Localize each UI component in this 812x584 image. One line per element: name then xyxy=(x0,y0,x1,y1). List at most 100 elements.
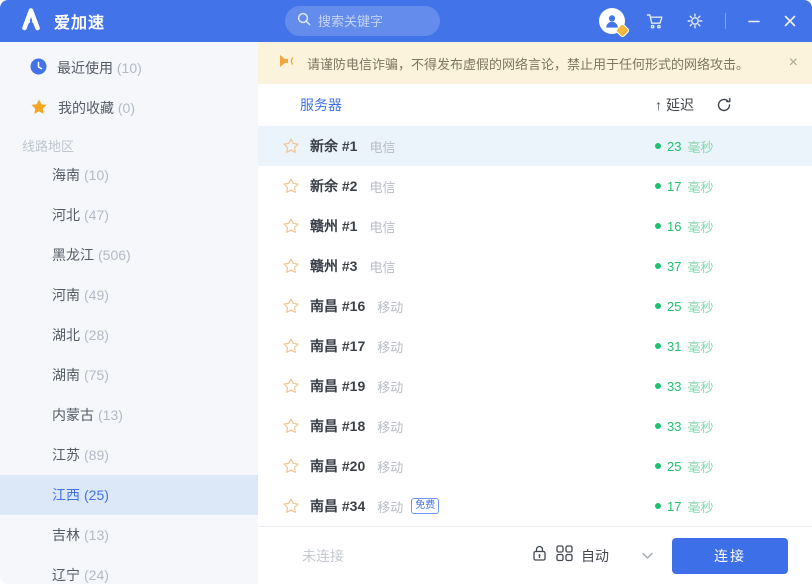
topbar: 爱加速 xyxy=(0,0,812,42)
favorite-star-icon[interactable] xyxy=(282,377,300,395)
server-latency: 31毫秒 xyxy=(655,337,713,356)
region-item[interactable]: 河北(47) xyxy=(0,195,258,235)
server-latency: 25毫秒 xyxy=(655,297,713,316)
favorite-star-icon[interactable] xyxy=(282,137,300,155)
latency-dot-icon xyxy=(655,183,661,189)
search-box[interactable] xyxy=(285,6,440,36)
latency-unit: 毫秒 xyxy=(687,137,713,156)
server-latency: 23 毫秒 xyxy=(655,137,713,156)
region-count: (25) xyxy=(84,487,109,503)
sort-ascending-icon: ↑ xyxy=(655,97,662,113)
column-server[interactable]: 服务器 xyxy=(300,95,342,115)
region-item[interactable]: 河南(49) xyxy=(0,275,258,315)
server-row[interactable]: 南昌 #34移动免费17毫秒 xyxy=(258,486,812,526)
region-count: (13) xyxy=(84,527,109,543)
latency-dot-icon xyxy=(655,303,661,309)
favorite-star-icon[interactable] xyxy=(282,337,300,355)
cart-icon[interactable] xyxy=(645,11,665,31)
region-name: 湖北 xyxy=(52,325,80,345)
latency-value: 17 xyxy=(667,499,681,514)
avatar[interactable] xyxy=(599,8,625,34)
server-latency: 16毫秒 xyxy=(655,217,713,236)
topbar-actions xyxy=(599,8,798,34)
server-row[interactable]: 南昌 #16移动25毫秒 xyxy=(258,286,812,326)
favorite-star-icon[interactable] xyxy=(282,297,300,315)
refresh-icon[interactable] xyxy=(716,97,732,113)
favorite-star-icon[interactable] xyxy=(282,497,300,515)
server-name: 新余 #2 xyxy=(310,176,357,196)
server-latency: 25毫秒 xyxy=(655,457,713,476)
latency-unit: 毫秒 xyxy=(687,217,713,236)
region-item[interactable]: 辽宁(24) xyxy=(0,555,258,584)
recent-label: 最近使用 xyxy=(57,60,113,76)
minimize-icon[interactable] xyxy=(746,13,762,29)
latency-dot-icon xyxy=(655,383,661,389)
region-count: (506) xyxy=(98,247,131,263)
favorite-star-icon[interactable] xyxy=(282,177,300,195)
server-name: 南昌 #19 xyxy=(310,376,365,396)
server-row[interactable]: 赣州 #1 电信 16毫秒 xyxy=(258,206,812,246)
server-name: 赣州 #1 xyxy=(310,216,357,236)
latency-unit: 毫秒 xyxy=(687,417,713,436)
region-item[interactable]: 湖北(28) xyxy=(0,315,258,355)
notice-banner: 请谨防电信诈骗，不得发布虚假的网络言论，禁止用于任何形式的网络攻击。 × xyxy=(258,42,812,84)
latency-value: 23 xyxy=(667,139,681,154)
main-panel: 请谨防电信诈骗，不得发布虚假的网络言论，禁止用于任何形式的网络攻击。 × 服务器… xyxy=(258,42,812,584)
column-latency-sort[interactable]: ↑ 延迟 xyxy=(655,95,694,115)
region-name: 河南 xyxy=(52,285,80,305)
mode-selector[interactable]: 自动 xyxy=(531,544,609,567)
topbar-divider xyxy=(725,13,726,29)
server-row[interactable]: 赣州 #3电信37毫秒 xyxy=(258,246,812,286)
server-name: 赣州 #3 xyxy=(310,256,357,276)
latency-unit: 毫秒 xyxy=(687,257,713,276)
region-item[interactable]: 江苏(89) xyxy=(0,435,258,475)
chevron-down-icon[interactable] xyxy=(641,551,654,560)
connect-button[interactable]: 连接 xyxy=(672,538,788,574)
server-carrier: 移动 xyxy=(377,337,403,356)
region-name: 湖南 xyxy=(52,365,80,385)
gear-icon[interactable] xyxy=(685,11,705,31)
region-item[interactable]: 黑龙江(506) xyxy=(0,235,258,275)
region-item[interactable]: 湖南(75) xyxy=(0,355,258,395)
region-item[interactable]: 吉林(13) xyxy=(0,515,258,555)
server-row[interactable]: 新余 #2电信17毫秒 xyxy=(258,166,812,206)
latency-dot-icon xyxy=(655,143,661,149)
server-row[interactable]: 南昌 #20移动25毫秒 xyxy=(258,446,812,486)
lock-icon xyxy=(531,544,548,567)
region-list: 海南(10)河北(47)黑龙江(506)河南(49)湖北(28)湖南(75)内蒙… xyxy=(0,155,258,584)
search-input[interactable] xyxy=(318,14,428,29)
sidebar-item-favorites[interactable]: 我的收藏 (0) xyxy=(0,88,258,128)
server-list-header: 服务器 ↑ 延迟 xyxy=(258,84,812,126)
latency-dot-icon xyxy=(655,223,661,229)
region-name: 内蒙古 xyxy=(52,405,94,425)
server-row[interactable]: 新余 #1电信23毫秒 xyxy=(258,126,812,166)
sidebar: 最近使用 (10) 我的收藏 (0) 线路地区 海南(10)河北(47)黑龙江(… xyxy=(0,42,258,584)
server-row[interactable]: 南昌 #19移动33毫秒 xyxy=(258,366,812,406)
server-row[interactable]: 南昌 #17移动31毫秒 xyxy=(258,326,812,366)
region-item[interactable]: 江西(25) xyxy=(0,475,258,515)
region-item[interactable]: 海南(10) xyxy=(0,155,258,195)
favorite-star-icon[interactable] xyxy=(282,457,300,475)
region-count: (89) xyxy=(84,447,109,463)
favorite-star-icon[interactable] xyxy=(282,257,300,275)
banner-close-icon[interactable]: × xyxy=(789,55,798,71)
star-filled-icon xyxy=(30,98,48,119)
close-icon[interactable] xyxy=(782,13,798,29)
region-item[interactable]: 内蒙古(13) xyxy=(0,395,258,435)
server-carrier: 电信 xyxy=(369,217,395,236)
region-name: 辽宁 xyxy=(52,565,80,584)
favorite-star-icon[interactable] xyxy=(282,417,300,435)
favorite-star-icon[interactable] xyxy=(282,217,300,235)
server-row[interactable]: 南昌 #18移动33毫秒 xyxy=(258,406,812,446)
latency-unit: 毫秒 xyxy=(687,177,713,196)
server-carrier: 电信 xyxy=(369,137,395,156)
region-count: (75) xyxy=(84,367,109,383)
latency-unit: 毫秒 xyxy=(687,497,713,516)
server-latency: 33毫秒 xyxy=(655,417,713,436)
app-window: 爱加速 xyxy=(0,0,812,584)
server-carrier: 移动 xyxy=(377,297,403,316)
column-latency-label: 延迟 xyxy=(666,95,694,115)
favorites-label: 我的收藏 xyxy=(58,100,114,116)
sidebar-item-recent[interactable]: 最近使用 (10) xyxy=(0,48,258,88)
banner-text: 请谨防电信诈骗，不得发布虚假的网络言论，禁止用于任何形式的网络攻击。 xyxy=(307,54,749,73)
